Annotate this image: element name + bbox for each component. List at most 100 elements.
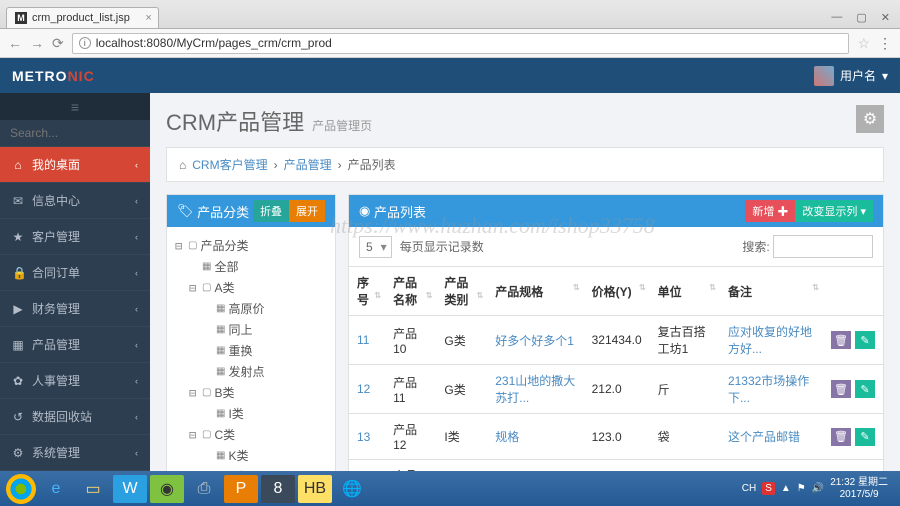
tree-node[interactable]: ⊟▢A类 xyxy=(175,277,327,298)
taskbar-app-icon[interactable]: ⎙ xyxy=(187,475,221,503)
grid-icon: ▦ xyxy=(216,345,225,356)
sidebar-item[interactable]: ⌂我的桌面‹ xyxy=(0,147,150,183)
collapse-button[interactable]: 折叠 xyxy=(253,200,289,222)
tray-icon[interactable]: S xyxy=(762,482,775,495)
gear-icon[interactable]: ⚙ xyxy=(856,105,884,133)
bookmark-icon[interactable]: ☆ xyxy=(857,35,870,52)
search-input[interactable] xyxy=(10,126,140,140)
sidebar-item[interactable]: ✿人事管理‹ xyxy=(0,363,150,399)
edit-button[interactable]: ✎ xyxy=(855,380,875,398)
browser-tab[interactable]: M crm_product_list.jsp × xyxy=(6,7,159,28)
cell-spec[interactable]: 好多个好多个1 xyxy=(487,316,583,365)
tray-icon[interactable]: 🔊 xyxy=(812,483,824,494)
taskbar-app-icon[interactable]: P xyxy=(224,475,258,503)
sidebar-item[interactable]: ▶财务管理‹ xyxy=(0,291,150,327)
taskbar-app-icon[interactable]: ◉ xyxy=(150,475,184,503)
tree-node[interactable]: ⊟▢B类 xyxy=(175,382,327,403)
taskbar-app-icon[interactable]: W xyxy=(113,475,147,503)
tree-toggle-icon[interactable]: ⊟ xyxy=(189,386,199,400)
taskbar-explorer-icon[interactable]: ▭ xyxy=(76,475,110,503)
sidebar-collapse-button[interactable]: ≡ xyxy=(0,93,150,120)
edit-button[interactable]: ✎ xyxy=(855,428,875,446)
delete-button[interactable]: 🗑 xyxy=(831,428,851,446)
tree-node[interactable]: ▦I类 xyxy=(175,403,327,424)
column-header[interactable]: 产品类别⇅ xyxy=(436,267,487,316)
address-bar: ← → ⟳ i localhost:8080/MyCrm/pages_crm/c… xyxy=(0,29,900,58)
column-header[interactable]: 产品名称⇅ xyxy=(385,267,436,316)
sort-icon: ⇅ xyxy=(477,291,484,300)
sidebar-item[interactable]: ↺数据回收站‹ xyxy=(0,399,150,435)
maximize-icon[interactable]: ▢ xyxy=(856,11,866,24)
column-header[interactable]: 备注⇅ xyxy=(720,267,823,316)
column-header[interactable]: 单位⇅ xyxy=(650,267,720,316)
new-button[interactable]: 新增 ✚ xyxy=(745,200,795,222)
tray-icon[interactable]: ▲ xyxy=(781,483,791,494)
tree-toggle-icon[interactable]: ⊟ xyxy=(189,281,199,295)
sidebar-item-label: 我的桌面 xyxy=(32,156,80,173)
cell-note[interactable]: 21332市场操作下... xyxy=(720,365,823,414)
home-icon: ⌂ xyxy=(179,158,186,172)
tree-toggle-icon[interactable]: ⊟ xyxy=(175,239,185,253)
chevron-left-icon: ‹ xyxy=(135,196,138,206)
sidebar-item[interactable]: ⚙系统管理‹ xyxy=(0,435,150,471)
cell-note[interactable]: 这个产品邮错 xyxy=(720,414,823,460)
columns-button[interactable]: 改变显示列 ▾ xyxy=(795,200,873,222)
delete-button[interactable]: 🗑 xyxy=(831,380,851,398)
sidebar-item[interactable]: 🔒合同订单‹ xyxy=(0,255,150,291)
edit-button[interactable]: ✎ xyxy=(855,331,875,349)
taskbar-chrome-icon[interactable]: 🌐 xyxy=(335,475,369,503)
chevron-left-icon: ‹ xyxy=(135,340,138,350)
reload-icon[interactable]: ⟳ xyxy=(52,35,64,52)
tree-toggle-icon[interactable]: ⊟ xyxy=(189,428,199,442)
tree-node[interactable]: ⊟▢C类 xyxy=(175,424,327,445)
breadcrumb-home[interactable]: CRM客户管理 xyxy=(192,156,267,173)
column-header-actions xyxy=(823,267,883,316)
tree-node[interactable]: ▦发射点 xyxy=(175,361,327,382)
delete-button[interactable]: 🗑 xyxy=(831,331,851,349)
tray-icon[interactable]: ⚑ xyxy=(797,483,806,494)
page-size-select[interactable]: 5 xyxy=(359,236,392,258)
url-input[interactable]: i localhost:8080/MyCrm/pages_crm/crm_pro… xyxy=(72,33,850,54)
back-icon[interactable]: ← xyxy=(8,35,22,51)
table-search-input[interactable] xyxy=(773,235,873,258)
tree-node[interactable]: ▦全部 xyxy=(175,256,327,277)
tree-node[interactable]: ▦同上 xyxy=(175,319,327,340)
category-tree: ⊟▢产品分类▦全部⊟▢A类▦高原价▦同上▦重换▦发射点⊟▢B类▦I类⊟▢C类▦K… xyxy=(167,227,335,471)
minimize-icon[interactable]: — xyxy=(831,11,842,24)
start-button[interactable] xyxy=(6,474,36,504)
expand-button[interactable]: 展开 xyxy=(289,200,325,222)
category-panel-header: 🏷 产品分类 折叠 展开 xyxy=(167,195,335,227)
favicon: M xyxy=(15,12,27,24)
forward-icon[interactable]: → xyxy=(30,35,44,51)
tree-node[interactable]: ▦K类 xyxy=(175,445,327,466)
sidebar-item[interactable]: ✉信息中心‹ xyxy=(0,183,150,219)
cell-note[interactable]: 应对收复的好地方好... xyxy=(720,316,823,365)
column-header[interactable]: 产品规格⇅ xyxy=(487,267,583,316)
column-header[interactable]: 序号⇅ xyxy=(349,267,385,316)
sidebar-item[interactable]: ▦产品管理‹ xyxy=(0,327,150,363)
sidebar-item[interactable]: ★客户管理‹ xyxy=(0,219,150,255)
tree-node[interactable]: ▦高原价 xyxy=(175,298,327,319)
tree-node[interactable]: ▦重换 xyxy=(175,340,327,361)
browser-menu-icon[interactable]: ⋮ xyxy=(878,35,892,52)
taskbar-app-icon[interactable]: HB xyxy=(298,475,332,503)
info-icon[interactable]: i xyxy=(79,37,91,49)
close-window-icon[interactable]: ✕ xyxy=(881,11,890,24)
cell-spec[interactable]: 改革法规法规a xyxy=(487,460,583,472)
clock[interactable]: 21:32 星期二 2017/5/9 xyxy=(830,477,894,501)
column-header[interactable]: 价格(Y)⇅ xyxy=(584,267,650,316)
sidebar-item-label: 数据回收站 xyxy=(32,408,92,425)
cell-spec[interactable]: 231山地的撒大苏打... xyxy=(487,365,583,414)
user-menu[interactable]: 用户名 ▾ xyxy=(814,66,888,86)
menu-icon: ▦ xyxy=(12,338,24,352)
cell-note[interactable]: 二二一样a xyxy=(720,460,823,472)
lang-indicator[interactable]: CH xyxy=(742,483,756,494)
tree-node[interactable]: ⊟▢产品分类 xyxy=(175,235,327,256)
taskbar-app-icon[interactable]: 8 xyxy=(261,475,295,503)
taskbar-ie-icon[interactable]: e xyxy=(39,475,73,503)
close-icon[interactable]: × xyxy=(145,12,151,24)
breadcrumb-mid[interactable]: 产品管理 xyxy=(284,156,332,173)
cell-price: 321434.0 xyxy=(584,316,650,365)
cell-spec[interactable]: 规格 xyxy=(487,414,583,460)
tab-title: crm_product_list.jsp xyxy=(32,12,130,24)
